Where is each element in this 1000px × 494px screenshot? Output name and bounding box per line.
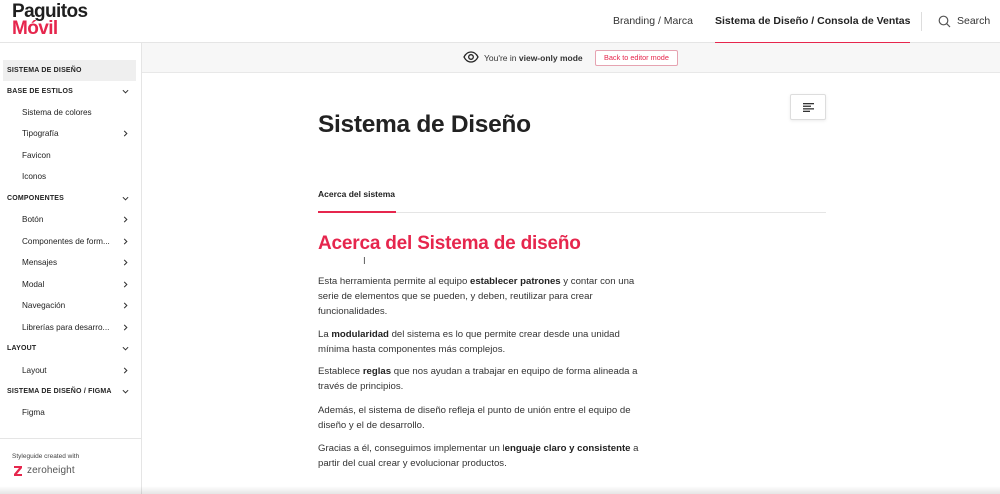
sidebar-item-navegacion[interactable]: Navegación [0, 295, 141, 316]
paragraph-emphasis: reglas [362, 366, 392, 377]
chevron-right-icon [123, 281, 128, 288]
paragraph-5: Gracias a él, conseguimos implementar un… [318, 441, 653, 471]
eye-icon [463, 51, 479, 63]
paragraph-2: La modularidad del sistema es lo que per… [318, 327, 653, 357]
paragraph-text: La [318, 329, 332, 340]
sidebar-item-label: Navegación [22, 301, 66, 310]
nav-sistema-diseno-label: Sistema de Diseño / Consola de Ventas [715, 15, 911, 27]
sidebar-item-layout[interactable]: Layout [0, 360, 141, 381]
sidebar-item-mensajes[interactable]: Mensajes [0, 252, 141, 273]
list-icon [803, 103, 814, 112]
top-bar: Paguitos Móvil Branding / Marca Sistema … [0, 0, 1000, 44]
sidebar-item-figma[interactable]: Figma [0, 402, 141, 423]
sidebar-item-label: Librerías para desarro... [22, 323, 110, 332]
chevron-right-icon [123, 216, 128, 223]
zeroheight-logo-icon [14, 466, 22, 476]
view-only-text: You're in view-only mode [484, 43, 583, 73]
bottom-shadow [0, 486, 1000, 494]
sidebar-item-iconos[interactable]: Iconos [0, 166, 141, 187]
sidebar-item-tipografia[interactable]: Tipografía [0, 123, 141, 144]
sidebar: SISTEMA DE DISEÑO BASE DE ESTILOS Sistem… [0, 43, 142, 494]
paragraph-4: Además, el sistema de diseño refleja el … [318, 403, 653, 433]
sidebar-item-label: Tipografía [22, 129, 59, 138]
sidebar-item-base-estilos[interactable]: BASE DE ESTILOS [0, 81, 141, 102]
paragraph-1: Esta herramienta permite al equipo estab… [318, 274, 653, 319]
chevron-right-icon [123, 302, 128, 309]
sidebar-item-componentes-formulario[interactable]: Componentes de form... [0, 231, 141, 252]
chevron-right-icon [123, 130, 128, 137]
sidebar-item-sistema-diseno[interactable]: SISTEMA DE DISEÑO [3, 60, 136, 81]
nav-sistema-diseno[interactable]: Sistema de Diseño / Consola de Ventas [715, 0, 911, 44]
sidebar-item-label: Layout [22, 366, 47, 375]
paragraph-text: Establece [318, 366, 363, 377]
sidebar-item-label: SISTEMA DE DISEÑO / FIGMA [7, 388, 112, 395]
footer-caption: Styleguide created with [12, 453, 80, 460]
sidebar-item-figma-section[interactable]: SISTEMA DE DISEÑO / FIGMA [0, 381, 141, 402]
paragraph-3: Establece reglas que nos ayudan a trabaj… [318, 364, 653, 394]
section-heading: Acerca del Sistema de diseño [318, 233, 581, 254]
sidebar-item-label: Componentes de form... [22, 237, 110, 246]
paragraph-text: Además, el sistema de diseño refleja el … [318, 405, 631, 431]
sidebar-item-sistema-colores[interactable]: Sistema de colores [0, 102, 141, 123]
sidebar-item-label: Botón [22, 215, 44, 224]
chevron-down-icon [122, 346, 129, 351]
sidebar-item-favicon[interactable]: Favicon [0, 145, 141, 166]
sidebar-item-layout-section[interactable]: LAYOUT [0, 338, 141, 359]
paragraph-emphasis: enguaje claro y consistente [504, 443, 631, 454]
chevron-down-icon [122, 196, 129, 201]
page-title: Sistema de Diseño [318, 111, 531, 138]
sidebar-item-label: LAYOUT [7, 345, 37, 352]
sidebar-item-label: BASE DE ESTILOS [7, 88, 74, 95]
sidebar-item-label: COMPONENTES [7, 195, 65, 202]
sidebar-item-componentes[interactable]: COMPONENTES [0, 188, 141, 209]
view-only-prefix: You're in [484, 53, 519, 63]
tab-active-underline [318, 211, 396, 213]
brand-logo[interactable]: Paguitos Móvil [12, 2, 88, 39]
chevron-right-icon [123, 367, 128, 374]
view-only-mode: view-only mode [518, 53, 583, 63]
chevron-right-icon [123, 238, 128, 245]
chevron-right-icon [123, 259, 128, 266]
chevron-down-icon [122, 389, 129, 394]
sidebar-item-boton[interactable]: Botón [0, 209, 141, 230]
search-icon [938, 15, 951, 28]
search-button[interactable]: Search [938, 0, 990, 43]
header-divider [921, 12, 922, 31]
chevron-down-icon [122, 89, 129, 94]
sidebar-item-label: Modal [22, 280, 45, 289]
paragraph-emphasis: modularidad [331, 329, 389, 340]
logo-line-2: Móvil [12, 18, 58, 39]
tab-acerca-del-sistema[interactable]: Acerca del sistema [318, 189, 395, 199]
paragraph-text: Esta herramienta permite al equipo [318, 276, 470, 287]
sidebar-item-librerias[interactable]: Librerías para desarro... [0, 317, 141, 338]
sidebar-item-modal[interactable]: Modal [0, 274, 141, 295]
view-only-bar: You're in view-only mode Back to editor … [142, 43, 1000, 73]
nav-branding[interactable]: Branding / Marca [613, 0, 693, 43]
zeroheight-link[interactable]: zeroheight [12, 465, 75, 476]
paragraph-emphasis: establecer patrones [469, 276, 561, 287]
sidebar-item-label: Mensajes [22, 258, 58, 267]
paragraph-text: Gracias a él, conseguimos implementar un… [318, 443, 505, 454]
chevron-right-icon [123, 324, 128, 331]
back-to-editor-button[interactable]: Back to editor mode [595, 50, 678, 66]
table-of-contents-button[interactable] [790, 94, 826, 120]
text-cursor-icon: I [363, 256, 366, 267]
